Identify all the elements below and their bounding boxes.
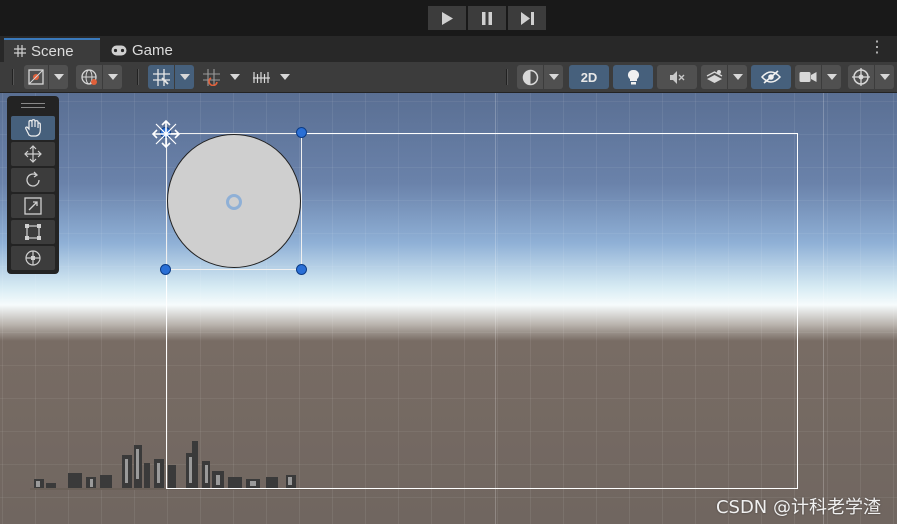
rotate-tool-icon [26,171,40,187]
top-bar [0,0,897,36]
playmode-controls [428,6,546,30]
gamepad-icon [111,45,127,55]
view-options-icon [28,69,44,85]
ruler-dropdown[interactable] [248,65,294,89]
camera-dropdown[interactable] [795,65,841,89]
effects-dropdown[interactable] [701,65,747,89]
toolbar-separator [137,69,139,85]
resize-handle-top-right[interactable] [296,127,307,138]
hand-tool-button[interactable] [11,116,55,140]
toolbar-separator [12,69,14,85]
audio-mute-toggle[interactable] [657,65,697,89]
grid-snapping-icon [152,68,170,86]
transform-tool-icon [25,250,41,266]
play-icon [442,11,453,25]
scene-viewport[interactable]: CSDN @计科老学渣 [0,93,897,524]
increment-snap-dropdown[interactable] [198,65,244,89]
scene-toolbar: 2D [0,62,897,93]
scale-tool-icon [24,197,42,215]
hand-tool-icon [25,119,41,137]
tab-game[interactable]: Game [101,38,187,62]
global-local-icon [80,68,97,85]
camera-icon [799,72,817,82]
move-cursor-icon [151,119,181,149]
2d-mode-label: 2D [580,69,598,85]
tab-scene[interactable]: Scene [4,38,100,62]
global-local-dropdown[interactable] [76,65,122,89]
kebab-menu-icon[interactable]: ⋮ [869,40,885,56]
view-options-dropdown[interactable] [24,65,68,89]
pause-button[interactable] [468,6,506,30]
gizmos-dropdown[interactable] [848,65,894,89]
ruler-icon [252,71,270,83]
visibility-icon [761,70,781,84]
draw-mode-icon [522,69,538,85]
audio-mute-icon [669,70,684,84]
tab-scene-label: Scene [31,42,74,60]
2d-mode-toggle[interactable]: 2D [569,65,609,89]
gizmos-icon [852,68,870,86]
watermark-text: CSDN @计科老学渣 [715,497,881,518]
palette-drag-handle[interactable] [21,103,45,108]
resize-handle-bottom-left[interactable] [160,264,171,275]
step-button[interactable] [508,6,546,30]
lighting-icon [627,69,639,84]
grid-snapping-dropdown[interactable] [148,65,194,89]
toolbar-separator [506,69,508,85]
transform-tool-button[interactable] [11,246,55,270]
rect-transform-selection [166,133,302,270]
lighting-toggle[interactable] [613,65,653,89]
increment-snap-icon [202,68,220,86]
move-tool-icon [24,145,42,163]
rect-tool-icon [25,224,41,240]
rect-tool-button[interactable] [11,220,55,244]
scene-visibility-toggle[interactable] [751,65,791,89]
tab-game-label: Game [132,41,173,59]
step-icon [520,11,534,25]
window-tab-bar: Scene Game ⋮ [0,36,897,62]
tool-palette [7,96,59,274]
pause-icon [482,11,492,25]
grid-hash-icon [14,45,26,57]
move-tool-button[interactable] [11,142,55,166]
rotate-tool-button[interactable] [11,168,55,192]
draw-mode-dropdown[interactable] [517,65,563,89]
grid-axis-line [823,93,824,524]
play-button[interactable] [428,6,466,30]
scale-tool-button[interactable] [11,194,55,218]
resize-handle-bottom-right[interactable] [296,264,307,275]
effects-icon [706,69,722,83]
